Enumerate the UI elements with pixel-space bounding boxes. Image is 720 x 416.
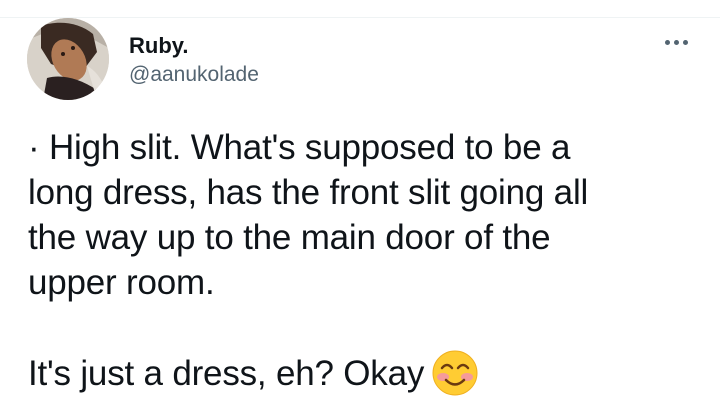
more-options-icon [682, 39, 688, 45]
avatar[interactable] [27, 18, 109, 100]
tweet-paragraph-1: · High slit. What's supposed to be a lon… [28, 128, 589, 302]
more-options-icon [673, 39, 679, 45]
more-options-icon [664, 39, 670, 45]
more-options-button[interactable] [656, 30, 696, 54]
tweet-paragraph-2-text: It's just a dress, eh? Okay [28, 353, 425, 393]
top-divider [0, 17, 720, 18]
tweet-text: · High slit. What's supposed to be a lon… [28, 125, 708, 396]
tweet-paragraph-2: It's just a dress, eh? Okay [28, 350, 708, 396]
smiling-face-with-smiling-eyes-icon [432, 350, 478, 396]
avatar-photo-icon [27, 18, 109, 100]
author-handle[interactable]: @aanukolade [129, 62, 259, 88]
author-display-name[interactable]: Ruby. [129, 33, 188, 59]
